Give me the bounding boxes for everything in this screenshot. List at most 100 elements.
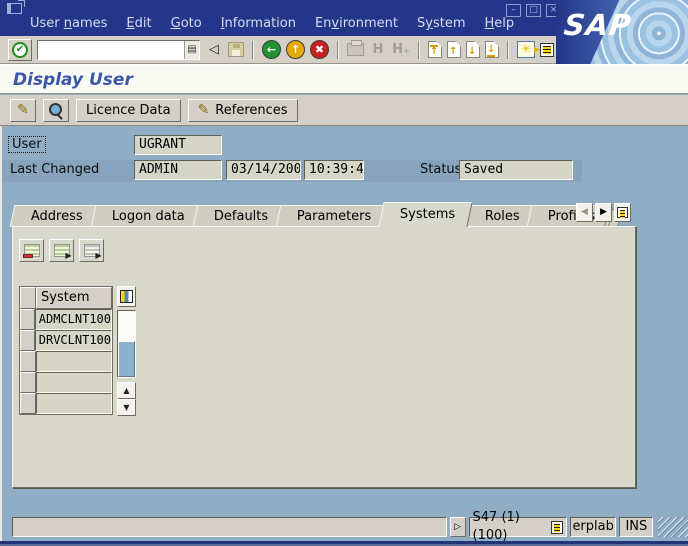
tab-scroll-right-button[interactable]: ▶: [595, 203, 612, 222]
pencil-icon: ✎: [17, 102, 29, 118]
select-all-button[interactable]: [20, 287, 36, 309]
system-cell[interactable]: [36, 393, 112, 414]
references-button[interactable]: ✎References: [188, 99, 298, 122]
sap-gui-window: – □ × User names Edit Goto Information E…: [0, 0, 688, 546]
window-bottom-edge: [0, 541, 688, 546]
back-icon[interactable]: ←: [262, 40, 281, 59]
systems-table: System ADMCLNT100 DRVCLNT100: [19, 286, 113, 415]
status-message-field: [12, 517, 447, 537]
table-scrollbar-thumb[interactable]: [118, 341, 135, 377]
menu-item-information[interactable]: Information: [221, 16, 296, 36]
menu-label-accel: n: [64, 16, 72, 31]
menu-label: elp: [494, 16, 514, 31]
row-selector[interactable]: [20, 351, 36, 372]
scroll-up-button[interactable]: ▲: [117, 382, 136, 399]
system-cell[interactable]: DRVCLNT100: [35, 330, 112, 351]
save-icon[interactable]: [228, 42, 244, 57]
last-changed-date-field[interactable]: 03/14/2005: [226, 160, 301, 180]
table-row: [20, 351, 112, 372]
arrow-up-icon: ↑: [449, 47, 457, 57]
toolbar-separator: [252, 41, 254, 59]
tab-parameters[interactable]: Parameters: [276, 205, 389, 227]
resize-grip[interactable]: [658, 517, 688, 537]
insert-mode-field[interactable]: INS: [619, 517, 653, 537]
menu-item-edit[interactable]: Edit: [126, 16, 151, 36]
table-row: ADMCLNT100: [20, 309, 112, 330]
system-cell[interactable]: ADMCLNT100: [35, 309, 112, 330]
systems-tab-panel: ▶ ▶ System ADMCLNT100 DRVCLNT100: [12, 226, 636, 488]
tab-systems[interactable]: Systems: [379, 202, 474, 227]
menu-label-accel: E: [126, 16, 134, 31]
display-change-button[interactable]: ✎: [10, 99, 36, 122]
standard-toolbar: ✔ ▤ ◁ ← ↑ ✖ H H₊ ↑ ↑ ↓ ↓ ✳: [0, 36, 556, 64]
tab-list-icon: [617, 207, 628, 218]
user-field[interactable]: UGRANT: [134, 135, 222, 155]
insert-row-icon: ▶: [54, 244, 70, 257]
command-history-icon[interactable]: ▤: [184, 41, 199, 59]
tab-scroll-left-button[interactable]: ◀: [576, 203, 593, 222]
enter-button[interactable]: ✔: [8, 39, 32, 61]
row-selector[interactable]: [20, 372, 36, 393]
arrow-up-icon: ↑: [430, 45, 438, 57]
tab-label: Logon data: [112, 206, 185, 227]
menu-item-help[interactable]: Help: [485, 16, 515, 36]
last-changed-time-field[interactable]: 10:39:40: [304, 160, 364, 180]
previous-page-icon[interactable]: ↑: [447, 41, 461, 58]
tab-address[interactable]: Address: [10, 205, 100, 227]
tab-label: Defaults: [214, 206, 268, 227]
system-cell[interactable]: [36, 372, 112, 393]
system-cell[interactable]: [36, 351, 112, 372]
licence-data-label: Licence Data: [86, 103, 171, 118]
copy-row-button[interactable]: ▶: [79, 239, 104, 262]
status-expand-button[interactable]: ▷: [450, 517, 466, 537]
tab-logon-data[interactable]: Logon data: [90, 205, 202, 227]
arrow-down-icon: ↓: [487, 45, 495, 57]
row-selector[interactable]: [20, 330, 35, 351]
table-configuration-button[interactable]: [117, 286, 136, 307]
last-page-icon[interactable]: ↓: [485, 41, 499, 58]
toolbar-separator: [507, 41, 509, 59]
last-changed-user-field[interactable]: ADMIN: [134, 160, 222, 180]
licence-data-button[interactable]: Licence Data: [76, 99, 181, 122]
create-shortcut-icon[interactable]: [540, 43, 554, 57]
collapse-icon[interactable]: ◁: [205, 40, 223, 60]
first-page-icon[interactable]: ↑: [428, 41, 442, 58]
table-row-buttons: ▶ ▶: [19, 239, 104, 262]
table-scrollbar-track[interactable]: [117, 310, 136, 378]
system-column-header[interactable]: System: [36, 287, 112, 309]
delete-row-button[interactable]: [19, 239, 44, 262]
status-field: Saved: [459, 160, 573, 180]
sap-logo: SAP: [562, 8, 633, 42]
command-field[interactable]: ▤: [37, 40, 200, 60]
row-selector[interactable]: [20, 309, 35, 330]
tab-list-button[interactable]: [614, 203, 631, 222]
find-next-icon[interactable]: H₊: [392, 40, 410, 60]
tab-label: Address: [31, 206, 83, 227]
maximize-button[interactable]: □: [526, 4, 541, 17]
menu-item-environment[interactable]: Environment: [315, 16, 398, 36]
cancel-icon[interactable]: ✖: [310, 40, 329, 59]
tab-defaults[interactable]: Defaults: [192, 205, 285, 227]
display-button[interactable]: [43, 99, 69, 122]
status-list-icon[interactable]: [551, 521, 563, 534]
system-session-field[interactable]: S47 (1) (100): [469, 517, 567, 537]
menu-label: oto: [181, 16, 202, 31]
tab-roles[interactable]: Roles: [463, 205, 536, 227]
menu-item-system[interactable]: System: [417, 16, 466, 36]
system-menu-icon[interactable]: [7, 3, 22, 14]
create-session-icon[interactable]: ✳: [517, 41, 535, 58]
next-page-icon[interactable]: ↓: [466, 41, 480, 58]
print-icon[interactable]: [347, 43, 364, 56]
menu-item-user-names[interactable]: User names: [30, 16, 107, 36]
exit-icon[interactable]: ↑: [286, 40, 305, 59]
menu-item-goto[interactable]: Goto: [171, 16, 202, 36]
toolbar-separator: [418, 41, 420, 59]
window-left-edge: [0, 126, 2, 546]
menu-label-accel: v: [331, 16, 339, 31]
row-selector[interactable]: [20, 393, 36, 414]
delete-row-icon: [24, 244, 40, 257]
scroll-down-button[interactable]: ▼: [117, 399, 136, 416]
find-icon[interactable]: H: [369, 40, 387, 60]
insert-row-button[interactable]: ▶: [49, 239, 74, 262]
copy-row-icon: ▶: [84, 244, 100, 257]
